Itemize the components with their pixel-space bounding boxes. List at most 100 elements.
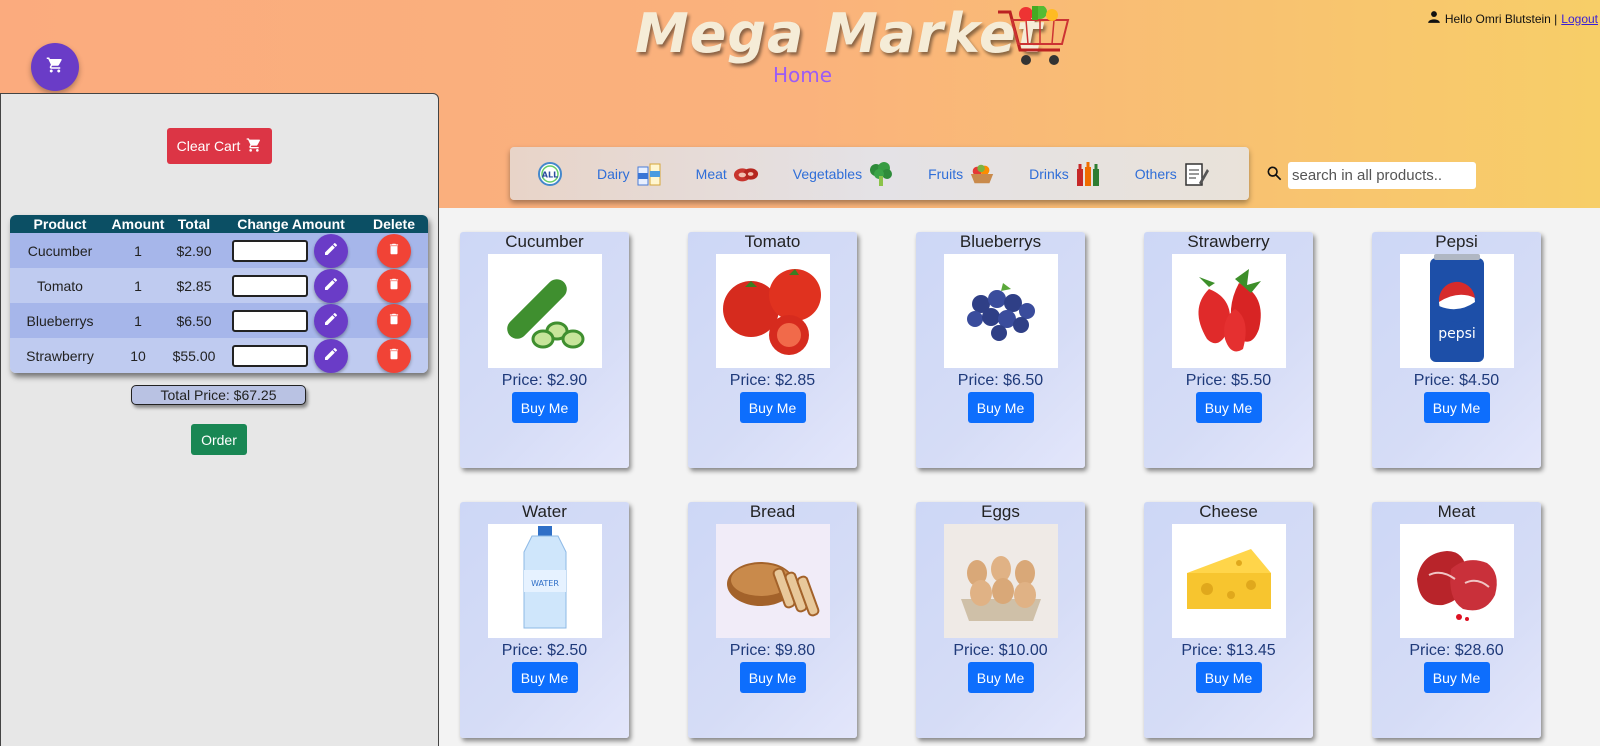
cart-table-body: Cucumber 1 $2.90 Tomato 1 $2.85 Blueberr… bbox=[10, 233, 428, 373]
cart-cell-delete bbox=[360, 303, 428, 338]
edit-amount-button[interactable] bbox=[314, 338, 348, 373]
tomato-icon bbox=[719, 259, 827, 364]
category-fruits-label: Fruits bbox=[928, 165, 964, 182]
cart-cell-product: Cucumber bbox=[27, 242, 93, 259]
bottles-icon bbox=[1075, 161, 1101, 187]
buy-button[interactable]: Buy Me bbox=[739, 392, 806, 423]
table-row: Cucumber 1 $2.90 bbox=[10, 233, 428, 268]
toggle-cart-button[interactable] bbox=[31, 43, 79, 91]
buy-button[interactable]: Buy Me bbox=[739, 662, 806, 693]
nav-home-link[interactable]: Home bbox=[773, 63, 832, 87]
product-card: Eggs Price: $10.00 Buy Me bbox=[916, 502, 1085, 738]
product-image bbox=[1399, 524, 1514, 638]
product-name: Pepsi bbox=[1435, 232, 1478, 251]
product-image bbox=[943, 524, 1058, 638]
product-name: Bread bbox=[749, 502, 796, 521]
clear-cart-label: Clear Cart bbox=[176, 138, 241, 154]
column-header-change-amount: Change Amount bbox=[237, 216, 345, 232]
product-card: Water WATER Price: $2.50 Buy Me bbox=[460, 502, 629, 738]
buy-button[interactable]: Buy Me bbox=[511, 392, 578, 423]
product-card: Meat Price: $28.60 Buy Me bbox=[1372, 502, 1541, 738]
pepsi-can-icon: pepsi bbox=[1422, 253, 1492, 369]
delete-item-button[interactable] bbox=[377, 268, 411, 303]
edit-amount-button[interactable] bbox=[314, 233, 348, 268]
trash-icon bbox=[387, 346, 401, 365]
change-amount-input[interactable] bbox=[232, 309, 308, 332]
cart-cell-product: Tomato bbox=[37, 277, 83, 294]
cart-cell-amount: 1 bbox=[134, 242, 142, 259]
category-fruits[interactable]: Fruits bbox=[928, 161, 995, 187]
pencil-icon bbox=[323, 311, 339, 330]
cart-cell-delete bbox=[360, 233, 428, 268]
product-name: Cucumber bbox=[505, 232, 584, 251]
product-price: Price: $6.50 bbox=[957, 372, 1044, 389]
meat-icon bbox=[733, 161, 759, 187]
buy-button[interactable]: Buy Me bbox=[967, 662, 1034, 693]
cart-icon bbox=[46, 56, 64, 79]
strawberry-icon bbox=[1179, 259, 1279, 364]
product-name: Cheese bbox=[1199, 502, 1258, 521]
product-card: Blueberrys Price: $6.50 Buy Me bbox=[916, 232, 1085, 468]
column-header-product: Product bbox=[33, 216, 87, 232]
cart-cell-total: $55.00 bbox=[172, 347, 216, 364]
logout-link[interactable]: Logout bbox=[1561, 12, 1598, 26]
category-dairy[interactable]: Dairy bbox=[597, 161, 662, 187]
user-area: Hello Omri Blutstein | Logout bbox=[1427, 10, 1598, 27]
cart-cell-change bbox=[222, 338, 360, 373]
cart-cell-delete bbox=[360, 268, 428, 303]
product-image bbox=[1171, 254, 1286, 368]
buy-button[interactable]: Buy Me bbox=[511, 662, 578, 693]
cart-cell-delete bbox=[360, 338, 428, 373]
product-card: Pepsi pepsi Price: $4.50 Buy Me bbox=[1372, 232, 1541, 468]
buy-button[interactable]: Buy Me bbox=[1423, 662, 1490, 693]
cart-total-price: Total Price: $67.25 bbox=[131, 385, 306, 405]
category-others[interactable]: Others bbox=[1135, 161, 1209, 187]
product-name: Tomato bbox=[744, 232, 801, 251]
cart-cell-product: Strawberry bbox=[26, 347, 94, 364]
search-input[interactable] bbox=[1288, 162, 1476, 189]
table-row: Tomato 1 $2.85 bbox=[10, 268, 428, 303]
category-drinks-label: Drinks bbox=[1029, 165, 1069, 182]
product-price: Price: $2.50 bbox=[501, 642, 588, 659]
edit-amount-button[interactable] bbox=[314, 268, 348, 303]
category-drinks[interactable]: Drinks bbox=[1029, 161, 1101, 187]
buy-button[interactable]: Buy Me bbox=[967, 392, 1034, 423]
product-image bbox=[487, 254, 602, 368]
delete-item-button[interactable] bbox=[377, 338, 411, 373]
change-amount-input[interactable] bbox=[232, 274, 308, 297]
column-header-total: Total bbox=[177, 216, 211, 232]
trash-icon bbox=[387, 276, 401, 295]
product-image bbox=[715, 524, 830, 638]
category-bar: ALL Dairy Meat Vegetables Fruits Drinks … bbox=[510, 147, 1249, 200]
product-price: Price: $9.80 bbox=[729, 642, 816, 659]
blueberries-icon bbox=[951, 259, 1051, 364]
product-price: Price: $10.00 bbox=[953, 642, 1048, 659]
buy-button[interactable]: Buy Me bbox=[1195, 392, 1262, 423]
category-vegetables-label: Vegetables bbox=[792, 165, 863, 182]
table-row: Blueberrys 1 $6.50 bbox=[10, 303, 428, 338]
category-all[interactable]: ALL bbox=[537, 161, 563, 187]
raw-meat-icon bbox=[1407, 529, 1507, 634]
category-vegetables[interactable]: Vegetables bbox=[793, 161, 894, 187]
product-price: Price: $5.50 bbox=[1185, 372, 1272, 389]
change-amount-input[interactable] bbox=[232, 344, 308, 367]
product-card: Bread Price: $9.80 Buy Me bbox=[688, 502, 857, 738]
buy-button[interactable]: Buy Me bbox=[1195, 662, 1262, 693]
bread-icon bbox=[721, 534, 825, 629]
change-amount-input[interactable] bbox=[232, 239, 308, 262]
cart-cell-amount: 1 bbox=[134, 277, 142, 294]
order-button[interactable]: Order bbox=[191, 424, 247, 455]
edit-amount-button[interactable] bbox=[314, 303, 348, 338]
user-greeting: Hello Omri Blutstein | bbox=[1444, 11, 1558, 26]
svg-text:pepsi: pepsi bbox=[1438, 326, 1476, 342]
trash-icon bbox=[387, 241, 401, 260]
column-header-delete: Delete bbox=[372, 216, 416, 232]
search-icon bbox=[1266, 165, 1282, 186]
category-meat[interactable]: Meat bbox=[696, 161, 759, 187]
pencil-icon bbox=[323, 241, 339, 260]
brand-title: Mega Market bbox=[635, 2, 1044, 65]
delete-item-button[interactable] bbox=[377, 303, 411, 338]
buy-button[interactable]: Buy Me bbox=[1423, 392, 1490, 423]
clear-cart-button[interactable]: Clear Cart bbox=[167, 128, 272, 164]
delete-item-button[interactable] bbox=[377, 233, 411, 268]
